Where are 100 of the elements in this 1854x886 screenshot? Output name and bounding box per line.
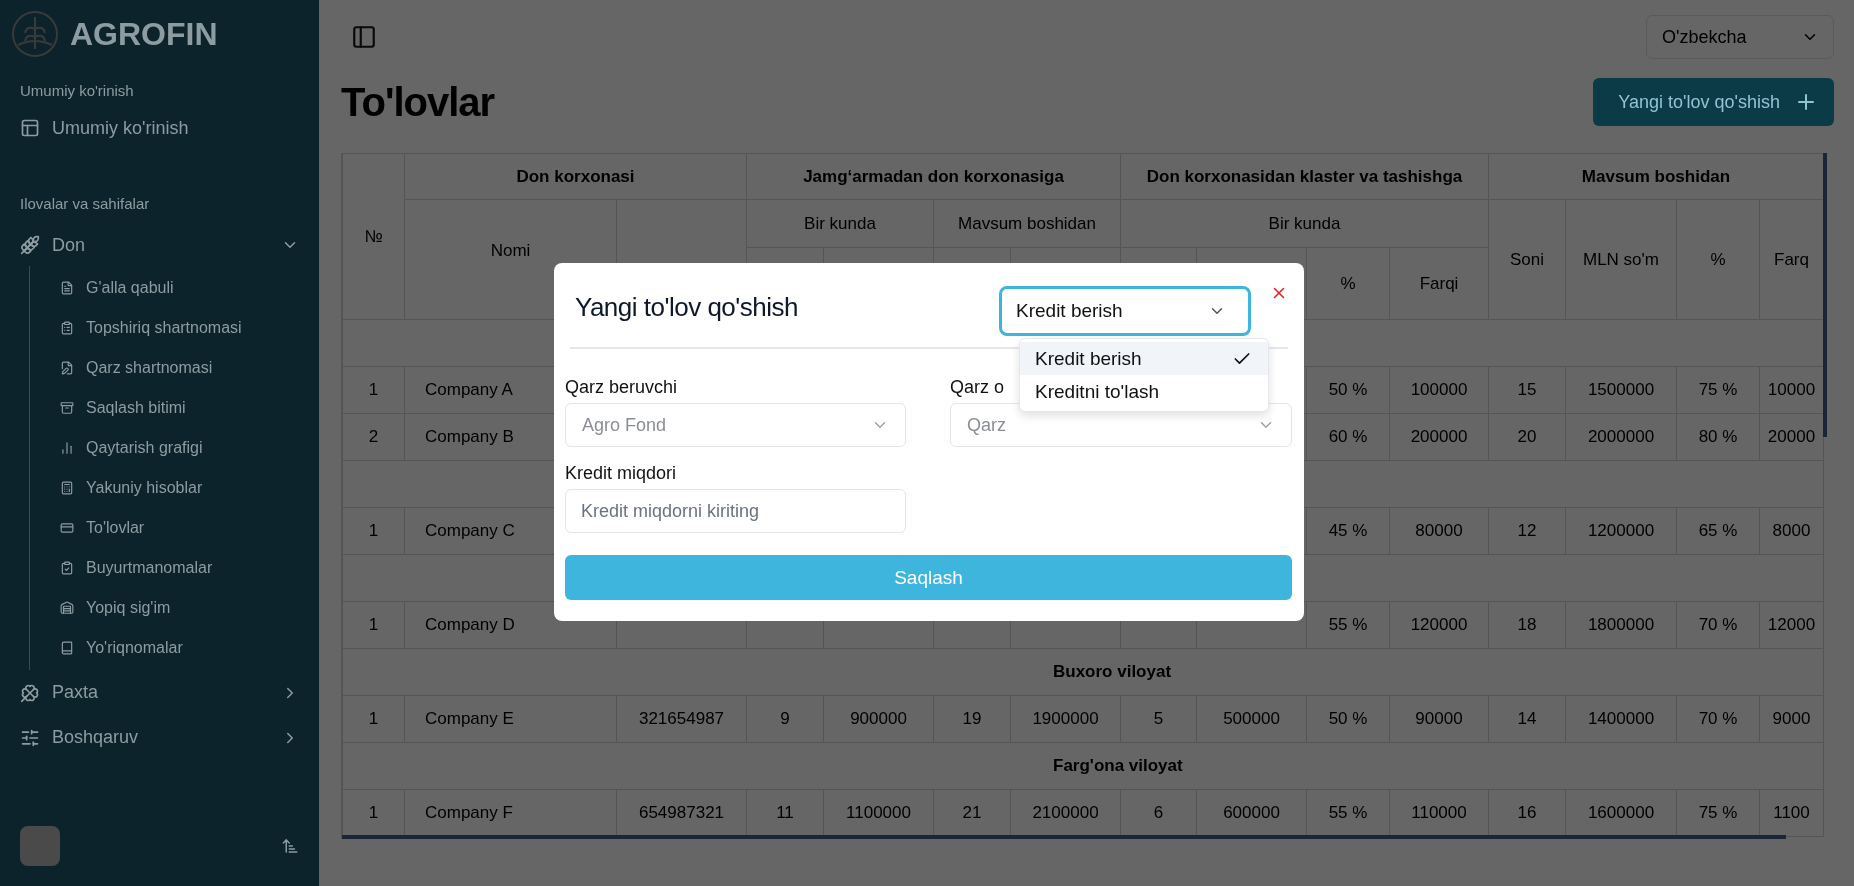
table-cell: Company E	[404, 695, 617, 743]
column-header: Don korxonasidan klaster va tashishga	[1120, 153, 1489, 200]
nav-item[interactable]: Paxta	[0, 670, 319, 715]
nav-item[interactable]: Don	[0, 224, 319, 266]
table-cell: 90000	[1389, 695, 1489, 743]
table-cell: 100000	[1389, 366, 1489, 414]
page-title: To'lovlar	[341, 79, 495, 125]
nav-subitem[interactable]: Qarz shartnomasi	[30, 348, 319, 388]
nav-item[interactable]: Umumiy ko'rinish	[0, 107, 319, 149]
table-cell: 19	[933, 695, 1011, 743]
nav-subitem[interactable]: To'lovlar	[30, 508, 319, 548]
field-label: Kredit miqdori	[565, 463, 677, 484]
table-cell: 80000	[1389, 507, 1489, 555]
table-cell: 1800000	[1565, 601, 1677, 649]
input-field[interactable]: Kredit miqdorni kiriting	[565, 489, 906, 533]
nav-subitem[interactable]: Yakuniy hisoblar	[30, 468, 319, 508]
table-cell: 50 %	[1306, 695, 1390, 743]
table-cell: 65 %	[1676, 507, 1760, 555]
nav-subitem[interactable]: G'alla qabuli	[30, 268, 319, 308]
table-cell: 60 %	[1306, 413, 1390, 461]
table-cell: 500000	[1196, 695, 1307, 743]
archive-icon	[60, 401, 74, 415]
sidebar-toggle-icon[interactable]	[351, 24, 377, 50]
column-header: Don korxonasi	[404, 153, 747, 200]
table-cell: 15	[1488, 366, 1566, 414]
column-header: Mavsum boshidan	[933, 199, 1121, 248]
logo-icon	[10, 9, 60, 59]
table-cell: 900000	[823, 695, 934, 743]
nav-subitem[interactable]: Topshiriq shartnomasi	[30, 308, 319, 348]
section-label: Umumiy ko'rinish	[19, 82, 135, 99]
table-cell: 1400000	[1565, 695, 1677, 743]
document-icon	[60, 281, 74, 295]
table-cell: 14	[1488, 695, 1566, 743]
table-cell: 50 %	[1306, 366, 1390, 414]
table-cell: 1500000	[1565, 366, 1677, 414]
dropdown-option[interactable]: Kreditni to'lash	[1020, 375, 1268, 408]
column-header: %	[1676, 199, 1760, 320]
select-field[interactable]: Qarz	[950, 403, 1292, 447]
table-cell: 2	[342, 413, 405, 461]
file-edit-icon	[60, 361, 74, 375]
nav-item[interactable]: Boshqaruv	[0, 715, 319, 760]
table-cell: 1200000	[1565, 507, 1677, 555]
nav-subitem[interactable]: Qaytarish grafigi	[30, 428, 319, 468]
field-label: Qarz o	[950, 377, 1005, 398]
sliders-icon	[20, 727, 40, 748]
table-cell: 1900000	[1010, 695, 1121, 743]
table-cell: 18	[1488, 601, 1566, 649]
table-cell: 1	[342, 366, 405, 414]
column-header: MLN so'm	[1565, 199, 1677, 320]
table-cell: 1	[342, 507, 405, 555]
table-cell: 12000	[1759, 601, 1824, 649]
table-cell: 55 %	[1306, 601, 1390, 649]
column-header: №	[342, 153, 405, 320]
table-cell: 8000	[1759, 507, 1824, 555]
column-header: Soni	[1488, 199, 1566, 320]
table-cell: 2000000	[1565, 413, 1677, 461]
table-cell: 5	[1120, 695, 1197, 743]
wheat-icon	[20, 235, 40, 255]
table-cell: 9	[746, 695, 824, 743]
table-cell: 70 %	[1676, 695, 1760, 743]
book-icon	[60, 641, 74, 655]
card-icon	[60, 521, 74, 535]
table-cell: 1	[342, 695, 405, 743]
clover-icon	[20, 682, 40, 703]
warehouse-icon	[60, 601, 74, 615]
table-cell: 80 %	[1676, 413, 1760, 461]
nav-subitem[interactable]: Yopiq sig'im	[30, 588, 319, 628]
avatar[interactable]	[20, 826, 60, 866]
clipboard-check-icon	[60, 561, 74, 575]
table-cell: 1	[342, 601, 405, 649]
bar-chart-icon	[60, 441, 74, 455]
brand-name: AGROFIN	[70, 15, 218, 53]
region-row-text: Buxoro viloyat	[1052, 662, 1173, 682]
clipboard-icon	[60, 321, 74, 335]
table-cell: 9000	[1759, 695, 1824, 743]
type-select[interactable]: Kredit berish	[999, 286, 1251, 336]
layout-icon	[20, 118, 40, 138]
table-cell: 12	[1488, 507, 1566, 555]
table-cell: 75 %	[1676, 366, 1760, 414]
calculator-icon	[60, 481, 74, 495]
table-cell: 321654987	[616, 695, 747, 743]
sort-icon[interactable]	[281, 837, 299, 855]
scrollbar[interactable]	[342, 835, 1786, 839]
nav-subitem[interactable]: Yo'riqnomalar	[30, 628, 319, 668]
table-cell: 200000	[1389, 413, 1489, 461]
column-header: %	[1306, 247, 1390, 320]
nav-subitem[interactable]: Buyurtmanomalar	[30, 548, 319, 588]
add-payment-button[interactable]: Yangi to'lov qo'shish	[1593, 78, 1834, 126]
nav-subitem[interactable]: Saqlash bitimi	[30, 388, 319, 428]
region-row-text: Farg'ona viloyat	[1052, 756, 1184, 776]
section-label: Ilovalar va sahifalar	[19, 195, 151, 212]
table-cell: 120000	[1389, 601, 1489, 649]
column-header: Bir kunda	[1120, 199, 1489, 248]
table-cell: 70 %	[1676, 601, 1760, 649]
dropdown-option[interactable]: Kredit berish	[1020, 342, 1268, 375]
scrollbar[interactable]	[1823, 153, 1827, 437]
table-cell: 20	[1488, 413, 1566, 461]
language-select[interactable]: O'zbekcha	[1646, 15, 1834, 59]
column-header: Mavsum boshidan	[1488, 153, 1824, 200]
table-cell: 45 %	[1306, 507, 1390, 555]
